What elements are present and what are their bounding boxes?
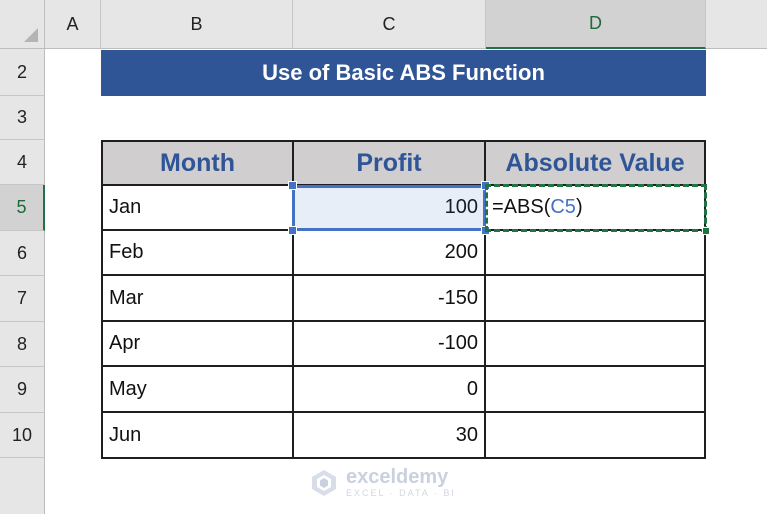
table-header-profit[interactable]: Profit — [294, 140, 486, 186]
row-header-4[interactable]: 4 — [0, 140, 45, 185]
cell-b8-month[interactable]: Apr — [101, 322, 294, 367]
table-header-month[interactable]: Month — [101, 140, 294, 186]
cell-c7-profit[interactable]: -150 — [294, 276, 486, 322]
cell-c5-profit[interactable]: 100 — [294, 186, 486, 231]
row-header-8[interactable]: 8 — [0, 322, 45, 367]
row-header-10[interactable]: 10 — [0, 413, 45, 458]
formula-suffix: ) — [575, 196, 583, 218]
cell-c9-profit[interactable]: 0 — [294, 367, 486, 413]
cell-d7-absolute[interactable] — [486, 276, 706, 322]
select-all-triangle-icon — [24, 28, 38, 42]
row-header-9[interactable]: 9 — [0, 367, 45, 413]
cell-d8-absolute[interactable] — [486, 322, 706, 367]
cell-b9-month[interactable]: May — [101, 367, 294, 413]
formula-prefix: =ABS( — [492, 196, 551, 218]
select-all-corner[interactable] — [0, 0, 45, 49]
cell-c10-profit[interactable]: 30 — [294, 413, 486, 459]
reference-handle-top-right[interactable] — [481, 181, 490, 190]
cell-d9-absolute[interactable] — [486, 367, 706, 413]
cell-b5-month[interactable]: Jan — [101, 186, 294, 231]
exceldemy-watermark: exceldemy EXCEL · DATA · BI — [310, 467, 456, 498]
column-header-b[interactable]: B — [101, 0, 293, 49]
table-header-absolute-value[interactable]: Absolute Value — [486, 140, 706, 186]
watermark-name: exceldemy — [346, 466, 449, 488]
column-header-a[interactable]: A — [45, 0, 101, 49]
cell-b6-month[interactable]: Feb — [101, 231, 294, 276]
row-header-7[interactable]: 7 — [0, 276, 45, 322]
row-header-2[interactable]: 2 — [0, 49, 45, 96]
column-header-d[interactable]: D — [486, 0, 706, 49]
cell-d6-absolute[interactable] — [486, 231, 706, 276]
cell-c6-profit[interactable]: 200 — [294, 231, 486, 276]
row-header-11-partial[interactable] — [0, 458, 45, 514]
row-header-3[interactable]: 3 — [0, 96, 45, 140]
cell-d10-absolute[interactable] — [486, 413, 706, 459]
reference-handle-bottom-right[interactable] — [481, 226, 490, 235]
watermark-tagline: EXCEL · DATA · BI — [346, 488, 456, 498]
column-header-c[interactable]: C — [293, 0, 486, 49]
cell-d5-formula[interactable]: =ABS(C5) — [486, 186, 706, 231]
reference-handle-bottom-left[interactable] — [288, 226, 297, 235]
row-header-6[interactable]: 6 — [0, 231, 45, 276]
fill-handle[interactable] — [702, 227, 710, 235]
cell-c8-profit[interactable]: -100 — [294, 322, 486, 367]
formula-cell-reference: C5 — [550, 196, 576, 218]
row-header-5[interactable]: 5 — [0, 185, 45, 231]
exceldemy-logo-icon — [312, 469, 336, 496]
column-header-e-partial[interactable] — [706, 0, 767, 49]
reference-handle-top-left[interactable] — [288, 181, 297, 190]
cell-b7-month[interactable]: Mar — [101, 276, 294, 322]
cell-b10-month[interactable]: Jun — [101, 413, 294, 459]
sheet-title[interactable]: Use of Basic ABS Function — [101, 50, 706, 96]
